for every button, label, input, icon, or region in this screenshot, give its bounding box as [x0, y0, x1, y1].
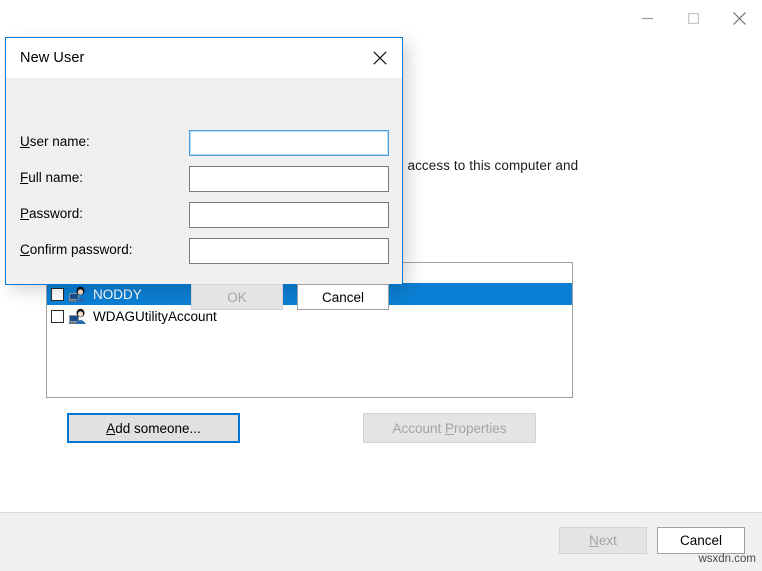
account-properties-label: Account Properties	[392, 420, 507, 436]
fullname-label: Full name:	[20, 170, 84, 185]
password-label-rest: assword:	[29, 206, 84, 221]
close-icon[interactable]	[716, 0, 762, 36]
dialog-cancel-button[interactable]: Cancel	[297, 284, 389, 310]
field-row-username: User name:	[6, 130, 402, 156]
maximize-icon[interactable]	[670, 0, 716, 36]
next-button[interactable]: Next	[559, 527, 647, 554]
watermark: wsxdn.com	[698, 553, 756, 565]
new-user-dialog: New User User name: Full name: Password:…	[5, 37, 403, 310]
field-row-confirm-password: Confirm password:	[6, 238, 402, 264]
confirm-password-label-rest: onfirm password:	[29, 242, 133, 257]
username-input[interactable]	[189, 130, 389, 156]
username-label: User name:	[20, 134, 90, 149]
bottom-command-bar	[0, 512, 762, 571]
dialog-body: User name: Full name: Password: Confirm …	[6, 78, 402, 310]
next-label: Next	[589, 533, 617, 548]
row-checkbox[interactable]	[51, 309, 64, 323]
list-item-label: NODDY	[93, 286, 142, 302]
dialog-cancel-label: Cancel	[321, 289, 365, 305]
user-account-icon	[69, 308, 87, 325]
ok-button[interactable]: OK	[191, 284, 283, 310]
minimize-icon[interactable]	[624, 0, 670, 36]
add-someone-label-rest: dd someone...	[115, 420, 201, 436]
fullname-input[interactable]	[189, 166, 389, 192]
username-label-rest: ser name:	[29, 134, 90, 149]
close-icon[interactable]	[358, 38, 402, 78]
window-titlebar	[0, 0, 762, 36]
next-label-rest: ext	[598, 533, 617, 548]
dialog-title: New User	[20, 50, 85, 66]
ok-label: OK	[227, 289, 247, 305]
field-row-fullname: Full name:	[6, 166, 402, 192]
add-someone-label: Add someone...	[106, 420, 201, 436]
list-item-label: WDAGUtilityAccount	[93, 308, 217, 324]
field-row-password: Password:	[6, 202, 402, 228]
account-properties-button[interactable]: Account Properties	[363, 413, 536, 443]
confirm-password-input[interactable]	[189, 238, 389, 264]
user-account-icon	[69, 286, 87, 303]
fullname-label-rest: ull name:	[28, 170, 84, 185]
add-someone-button[interactable]: Add someone...	[67, 413, 240, 443]
password-label: Password:	[20, 206, 84, 221]
row-checkbox[interactable]	[51, 287, 64, 301]
host-description-text: n access to this computer and	[396, 158, 579, 173]
dialog-titlebar: New User	[6, 38, 402, 78]
password-input[interactable]	[189, 202, 389, 228]
cancel-label: Cancel	[679, 533, 723, 548]
confirm-password-label: Confirm password:	[20, 242, 133, 257]
cancel-button[interactable]: Cancel	[657, 527, 745, 554]
account-properties-label-rest: roperties	[454, 420, 507, 436]
